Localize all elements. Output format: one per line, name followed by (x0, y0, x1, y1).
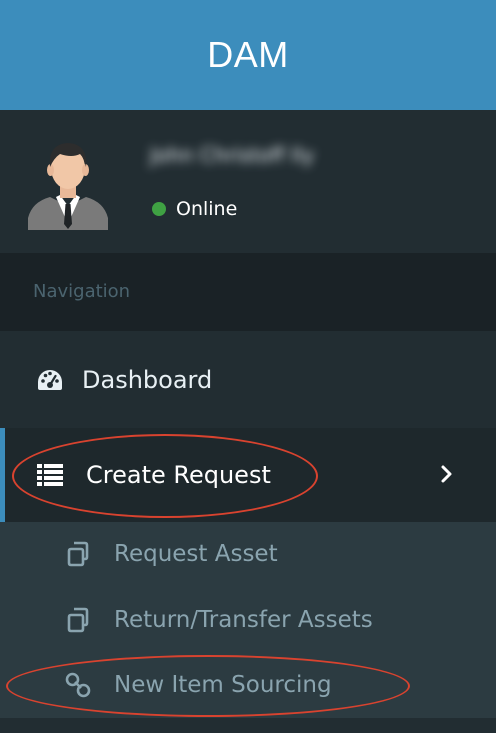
user-name: John Christoff Ily (150, 143, 315, 167)
submenu-item-return-transfer-assets-label: Return/Transfer Assets (114, 607, 373, 633)
user-status: Online (152, 198, 237, 220)
sidebar-item-dashboard-label: Dashboard (82, 365, 213, 394)
sidebar-footer (0, 718, 496, 733)
submenu-item-request-asset-label: Request Asset (114, 541, 278, 567)
chevron-right-icon[interactable] (433, 458, 461, 490)
online-status-dot-icon (152, 202, 166, 216)
avatar[interactable] (28, 134, 108, 230)
app-header: DAM (0, 0, 496, 110)
app-title: DAM (207, 34, 289, 75)
link-icon (64, 671, 92, 699)
sidebar-item-create-request-label: Create Request (86, 461, 271, 489)
navigation-header: Navigation (0, 253, 496, 331)
copy-icon (64, 606, 92, 634)
user-panel: John Christoff Ily Online (0, 110, 496, 253)
sidebar-item-dashboard[interactable]: Dashboard (0, 331, 496, 428)
submenu-item-new-item-sourcing-label: New Item Sourcing (114, 672, 332, 698)
user-avatar-icon (28, 143, 108, 230)
submenu-item-return-transfer-assets[interactable]: Return/Transfer Assets (0, 588, 496, 652)
navigation-header-label: Navigation (33, 281, 131, 302)
submenu-item-new-item-sourcing[interactable]: New Item Sourcing (0, 653, 496, 717)
status-text: Online (176, 198, 238, 220)
copy-icon (64, 540, 92, 568)
submenu-item-request-asset[interactable]: Request Asset (0, 522, 496, 586)
sidebar-item-create-request[interactable]: Create Request (0, 428, 496, 522)
list-icon (36, 461, 64, 489)
dashboard-gauge-icon (36, 366, 64, 394)
create-request-submenu: Request Asset Return/Transfer Assets New… (0, 522, 496, 718)
